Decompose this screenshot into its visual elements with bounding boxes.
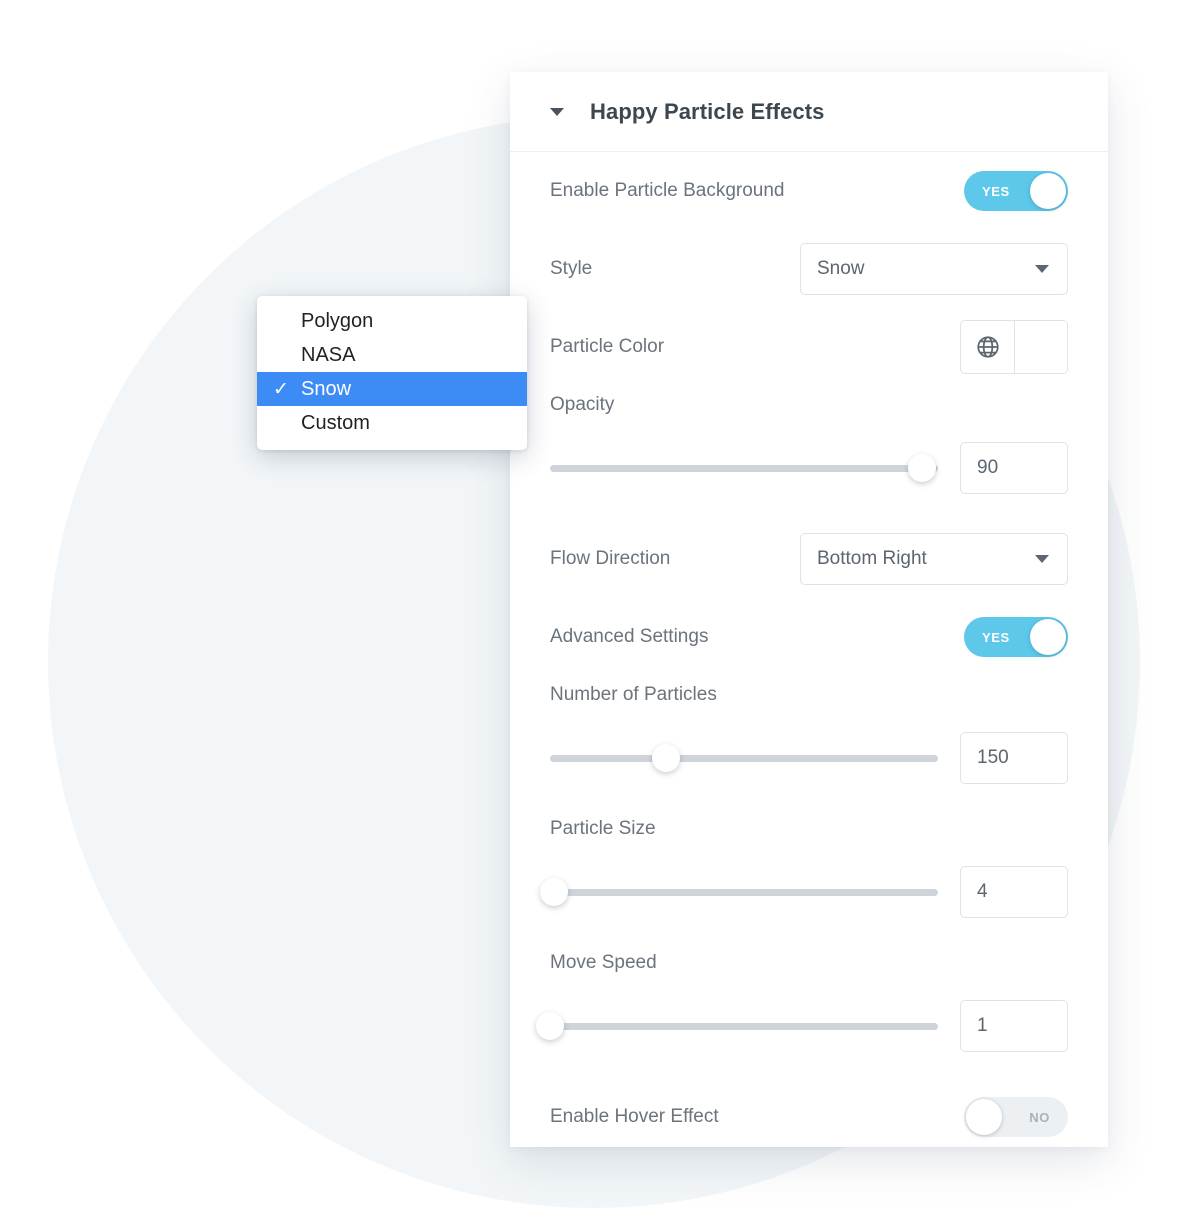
slider-line-number-of-particles: 150 <box>550 732 1068 784</box>
slider-track <box>550 888 938 896</box>
style-dropdown-menu[interactable]: Polygon NASA ✓ Snow Custom <box>257 296 527 450</box>
label-style: Style <box>550 258 593 279</box>
slider-track <box>550 464 938 472</box>
check-icon: ✓ <box>273 378 289 400</box>
dropdown-item-label: Snow <box>301 377 352 400</box>
group-particle-size: Particle Size 4 <box>539 810 1068 918</box>
dropdown-item-label: Polygon <box>301 309 374 332</box>
group-opacity: Opacity 90 <box>550 386 1068 494</box>
input-number-of-particles[interactable]: 150 <box>960 732 1068 784</box>
label-particle-color: Particle Color <box>550 336 665 357</box>
dropdown-item[interactable]: Custom <box>257 406 527 440</box>
label-particle-size: Particle Size <box>550 818 656 839</box>
label-flow-direction: Flow Direction <box>550 548 671 569</box>
slider-line-move-speed: 1 <box>536 1000 1068 1052</box>
dropdown-item-label: Custom <box>301 411 370 434</box>
group-move-speed: Move Speed 1 <box>536 944 1068 1052</box>
slider-track <box>550 754 938 762</box>
row-enable-hover-effect: Enable Hover Effect NO <box>550 1078 1068 1156</box>
label-number-of-particles: Number of Particles <box>550 684 717 705</box>
toggle-knob <box>966 1099 1002 1135</box>
dropdown-item[interactable]: Polygon <box>257 304 527 338</box>
label-advanced-settings: Advanced Settings <box>550 626 709 647</box>
row-particle-color: Particle Color <box>550 308 1068 386</box>
select-flow-direction[interactable]: Bottom Right <box>800 533 1068 585</box>
toggle-knob <box>1030 619 1066 655</box>
slider-thumb[interactable] <box>652 744 681 772</box>
row-advanced-settings: Advanced Settings YES <box>550 598 1068 676</box>
label-enable-hover-effect: Enable Hover Effect <box>550 1106 719 1127</box>
chevron-down-icon <box>1035 555 1049 563</box>
caret-down-icon[interactable] <box>550 107 564 116</box>
slider-particle-size[interactable] <box>539 878 938 906</box>
page-title: Happy Particle Effects <box>590 98 825 124</box>
particle-effects-panel: Happy Particle Effects Enable Particle B… <box>510 72 1108 1147</box>
input-opacity[interactable]: 90 <box>960 442 1068 494</box>
toggle-state-label: YES <box>982 183 1010 199</box>
color-swatch[interactable] <box>1015 321 1067 373</box>
slider-thumb[interactable] <box>539 878 568 906</box>
select-flow-direction-value: Bottom Right <box>817 548 927 569</box>
slider-opacity[interactable] <box>550 454 938 482</box>
label-move-speed: Move Speed <box>550 952 657 973</box>
toggle-enable-particle-background[interactable]: YES <box>964 171 1068 211</box>
slider-number-of-particles[interactable] <box>550 744 938 772</box>
select-style[interactable]: Snow <box>800 243 1068 295</box>
toggle-enable-hover-effect[interactable]: NO <box>964 1097 1068 1137</box>
slider-thumb[interactable] <box>908 454 937 482</box>
row-enable-particle-background: Enable Particle Background YES <box>550 152 1068 230</box>
input-move-speed[interactable]: 1 <box>960 1000 1068 1052</box>
select-style-value: Snow <box>817 258 865 279</box>
slider-track <box>550 1022 938 1030</box>
label-opacity: Opacity <box>550 394 615 415</box>
toggle-knob <box>1030 173 1066 209</box>
slider-move-speed[interactable] <box>536 1012 938 1040</box>
toggle-state-label: NO <box>1029 1109 1050 1125</box>
globe-icon[interactable] <box>961 321 1015 373</box>
slider-thumb[interactable] <box>536 1012 564 1040</box>
particle-color-control[interactable] <box>960 320 1068 374</box>
row-style: Style Snow <box>550 230 1068 308</box>
input-particle-size[interactable]: 4 <box>960 866 1068 918</box>
toggle-advanced-settings[interactable]: YES <box>964 617 1068 657</box>
label-enable-particle-background: Enable Particle Background <box>550 180 785 201</box>
slider-line-particle-size: 4 <box>539 866 1068 918</box>
dropdown-item-label: NASA <box>301 343 356 366</box>
dropdown-item-selected[interactable]: ✓ Snow <box>257 372 527 406</box>
group-number-of-particles: Number of Particles 150 <box>550 676 1068 784</box>
slider-line-opacity: 90 <box>550 442 1068 494</box>
row-flow-direction: Flow Direction Bottom Right <box>550 520 1068 598</box>
toggle-state-label: YES <box>982 629 1010 645</box>
panel-header[interactable]: Happy Particle Effects <box>510 72 1108 152</box>
dropdown-item[interactable]: NASA <box>257 338 527 372</box>
chevron-down-icon <box>1035 265 1049 273</box>
panel-body: Enable Particle Background YES Style Sno… <box>510 152 1108 1156</box>
